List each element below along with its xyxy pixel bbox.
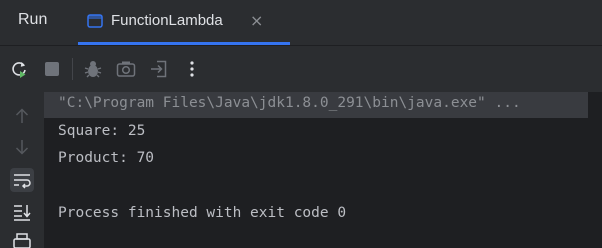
output-line: Product: 70 [58,150,155,166]
console-gutter [0,92,44,248]
scroll-to-end-icon[interactable] [10,200,34,224]
command-line: "C:\Program Files\Java\jdk1.8.0_291\bin\… [58,95,521,111]
folded-arguments[interactable]: ... [495,95,521,111]
close-tab-icon[interactable]: × [250,13,263,29]
debug-icon[interactable] [82,58,104,80]
stop-icon[interactable] [41,58,63,80]
exit-icon[interactable] [148,58,170,80]
run-toolbar [0,46,602,92]
exit-status-line: Process finished with exit code 0 [58,205,347,221]
run-panel-title: Run [18,11,48,28]
soft-wrap-icon[interactable] [10,168,34,192]
output-line: Square: 25 [58,123,146,139]
toolbar-separator [72,58,73,80]
run-tool-window: Run FunctionLambda × "C:\Program Files\J… [0,0,602,248]
more-icon[interactable] [181,58,203,80]
print-icon[interactable] [10,230,34,248]
arrow-up-icon[interactable] [10,104,34,128]
active-tab-indicator [78,42,290,45]
application-icon [87,14,103,28]
console-output[interactable]: "C:\Program Files\Java\jdk1.8.0_291\bin\… [44,92,602,248]
camera-icon[interactable] [115,58,137,80]
arrow-down-icon[interactable] [10,135,34,159]
tab-functionlambda[interactable]: FunctionLambda × [78,0,290,45]
command-text: "C:\Program Files\Java\jdk1.8.0_291\bin\… [58,95,486,111]
tab-label: FunctionLambda [111,12,223,29]
run-tab-bar: Run FunctionLambda × [0,0,602,46]
rerun-icon[interactable] [8,58,30,80]
